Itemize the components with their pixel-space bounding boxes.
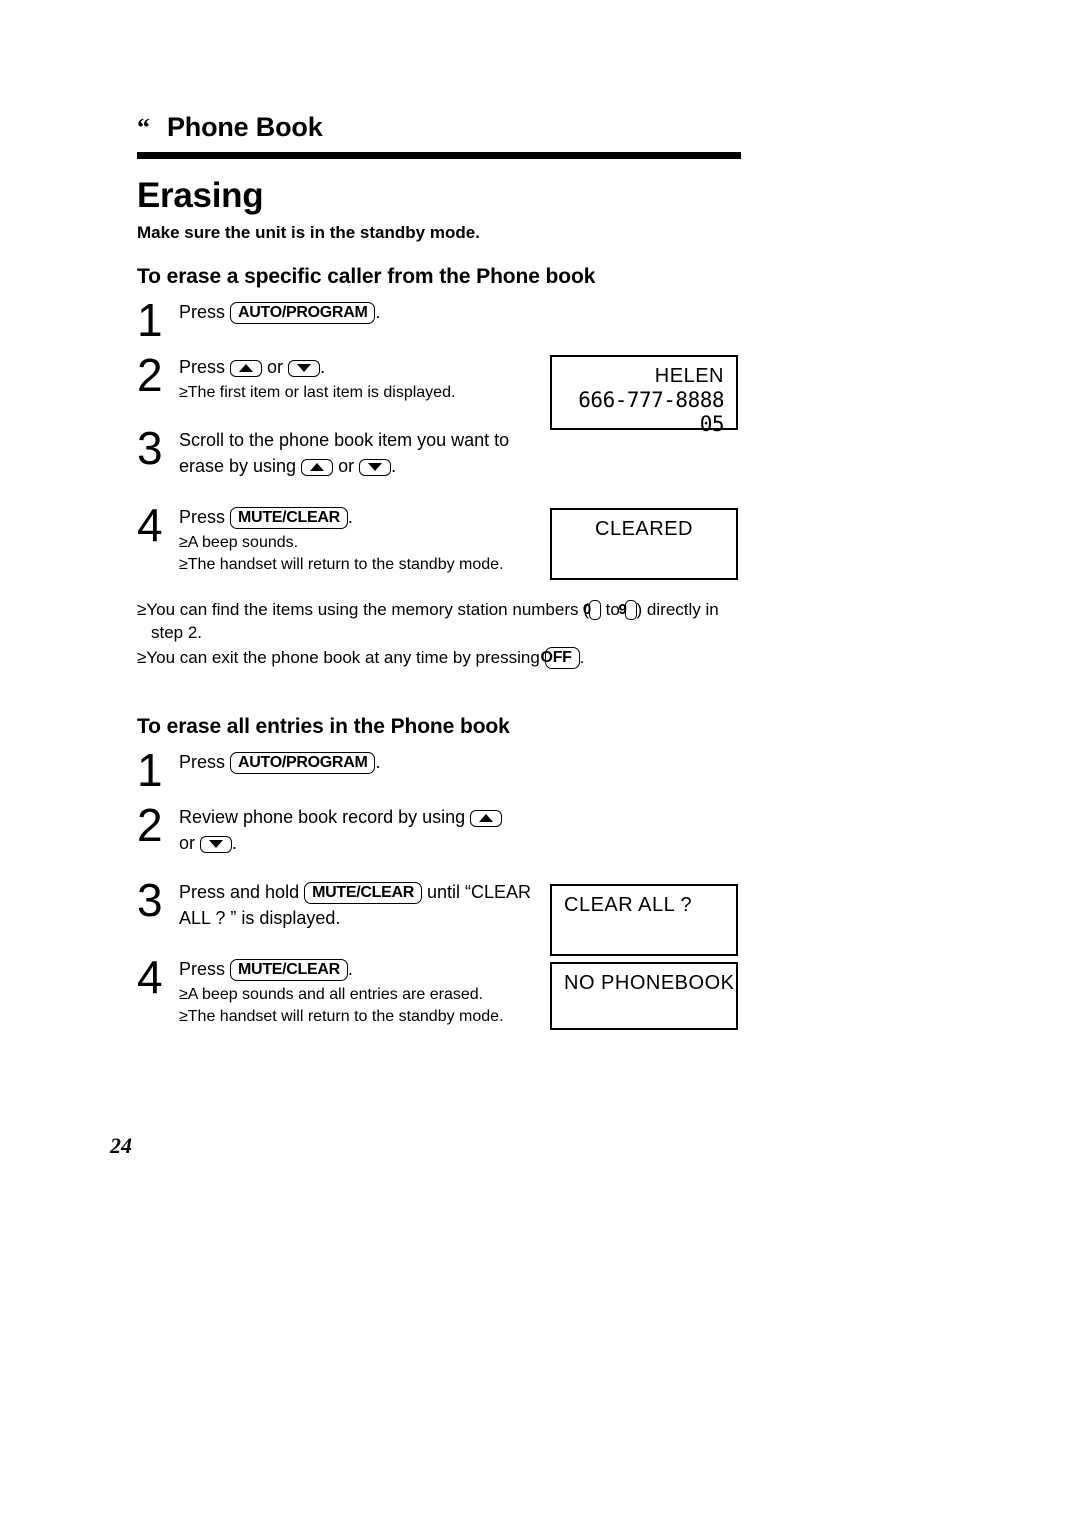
press-label: Press [179, 507, 226, 527]
press-label: Press [179, 357, 226, 377]
step-number: 1 [137, 294, 163, 346]
mute-clear-key[interactable]: MUTE/CLEAR [230, 959, 348, 981]
manual-page: “ Phone Book Erasing Make sure the unit … [0, 0, 1080, 1528]
press-label: Press [179, 302, 226, 322]
lcd-line-name: HELEN [654, 365, 724, 387]
down-arrow-key[interactable] [288, 360, 321, 377]
step-number: 2 [137, 799, 163, 851]
header-title: Phone Book [167, 112, 323, 142]
digit-key-9[interactable]: 9 [619, 600, 637, 620]
or-label: or [338, 456, 355, 476]
press-label: Press [179, 752, 226, 772]
page-title: Erasing [137, 176, 264, 215]
step-line-1: Scroll to the phone book item you want t… [179, 430, 510, 450]
note-text-part1: You can exit the phone book at any time … [146, 648, 540, 667]
lcd-line-number: 666-777-8888 [578, 388, 724, 412]
lcd-display-helen: HELEN 666-777-8888 05 [550, 355, 738, 436]
triangle-down-icon [368, 463, 383, 471]
auto-program-key[interactable]: AUTO/PROGRAM [230, 752, 376, 774]
up-arrow-key[interactable] [301, 459, 334, 476]
step-line-2-prefix: erase by using [179, 456, 297, 476]
sub-bullet-icon: ≥ [179, 384, 188, 401]
up-arrow-key[interactable] [230, 360, 263, 377]
lcd-line-prompt: CLEAR ALL ? [564, 894, 693, 916]
note-text-part1: You can find the items using the memory … [146, 600, 589, 619]
step-line-2-prefix: or [179, 833, 196, 853]
note-text-mid: to [605, 600, 620, 619]
step-number: 4 [137, 499, 163, 551]
lcd-line-status: CLEARED [595, 518, 693, 540]
press-label: Press [179, 959, 226, 979]
sub-bullet-icon: ≥ [179, 556, 188, 573]
sub-note-text: A beep sounds and all entries are erased… [187, 986, 484, 1003]
note-bullet-icon: ≥ [137, 600, 147, 619]
trailing-punctuation: . [232, 833, 238, 853]
lcd-line-station: 05 [699, 412, 725, 436]
sub-note-text: A beep sounds. [187, 534, 299, 551]
step-number: 3 [137, 422, 163, 474]
running-header: “ Phone Book [137, 112, 741, 143]
auto-program-key[interactable]: AUTO/PROGRAM [230, 302, 376, 324]
section-title-erase-specific: To erase a specific caller from the Phon… [137, 265, 596, 288]
up-arrow-key[interactable] [470, 810, 503, 827]
digit-key-0[interactable]: 0 [583, 600, 601, 620]
notes-block: ≥You can find the items using the memory… [137, 598, 737, 671]
page-number: 24 [110, 1133, 132, 1158]
note-text-part2: ) directly in [636, 600, 719, 619]
header-divider [137, 152, 741, 159]
lcd-line-status: NO PHONEBOOK [564, 972, 735, 994]
lead-note: Make sure the unit is in the standby mod… [137, 223, 480, 242]
note-bullet-icon: ≥ [137, 648, 147, 667]
step-prefix-text: Press and hold [179, 882, 300, 902]
note-item-1: ≥You can find the items using the memory… [137, 598, 737, 644]
triangle-up-icon [310, 463, 325, 471]
mute-clear-key[interactable]: MUTE/CLEAR [304, 882, 422, 904]
trailing-punctuation: . [347, 959, 353, 979]
down-arrow-key[interactable] [359, 459, 392, 476]
step-number: 2 [137, 349, 163, 401]
lcd-display-cleared: CLEARED [550, 508, 738, 580]
step-line-2: ALL ? ” is displayed. [179, 908, 341, 928]
sub-bullet-icon: ≥ [179, 534, 188, 551]
trailing-punctuation: . [320, 357, 326, 377]
trailing-punctuation: . [391, 456, 397, 476]
triangle-down-icon [297, 364, 312, 372]
mute-clear-key[interactable]: MUTE/CLEAR [230, 507, 348, 529]
step-middle-text: until “CLEAR [427, 882, 532, 902]
off-key[interactable]: OFF [541, 647, 580, 669]
section-title-erase-all: To erase all entries in the Phone book [137, 715, 510, 738]
step-number: 1 [137, 744, 163, 796]
trailing-punctuation: . [375, 752, 381, 772]
sub-note-text: The handset will return to the standby m… [187, 1008, 504, 1025]
or-label: or [267, 357, 284, 377]
trailing-punctuation: . [375, 302, 381, 322]
header-quote-icon: “ [137, 113, 150, 142]
sub-note-text: The first item or last item is displayed… [187, 384, 456, 401]
step-line-1-prefix: Review phone book record by using [179, 807, 466, 827]
triangle-up-icon [479, 814, 494, 822]
sub-note-text: The handset will return to the standby m… [187, 556, 504, 573]
sub-bullet-icon: ≥ [179, 1008, 188, 1025]
step-number: 4 [137, 951, 163, 1003]
trailing-punctuation: . [347, 507, 353, 527]
note-text-part2: . [579, 648, 585, 667]
note-item-2: ≥You can exit the phone book at any time… [137, 646, 737, 669]
triangle-down-icon [209, 840, 224, 848]
lcd-display-clear-all: CLEAR ALL ? [550, 884, 738, 956]
triangle-up-icon [239, 364, 254, 372]
sub-bullet-icon: ≥ [179, 986, 188, 1003]
lcd-display-no-phonebook: NO PHONEBOOK [550, 962, 738, 1030]
down-arrow-key[interactable] [200, 836, 233, 853]
step-number: 3 [137, 874, 163, 926]
note-text-line2: step 2. [151, 623, 203, 642]
